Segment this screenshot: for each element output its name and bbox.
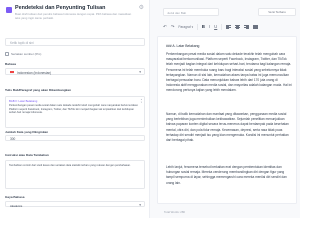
gear-icon[interactable]: ⚙ — [139, 5, 144, 11]
generator-panel: Pendeteksi dan Penyunting Tulisan Buat d… — [0, 0, 150, 218]
word-count-status: Total Words: 286 — [164, 210, 185, 214]
notes-textarea[interactable]: Tambahkan contoh dari studi kasus dan se… — [5, 160, 145, 189]
panel-title: Pendeteksi dan Penyunting Tulisan — [15, 5, 106, 11]
prompt-textarea[interactable]: BAB II: Latar Belakang Perkembangan pesa… — [5, 96, 145, 128]
section-heading: ### A. Latar Belakang — [166, 44, 200, 48]
undo-icon[interactable]: ↶ — [163, 23, 167, 31]
resize-handle-icon[interactable]: ▴ ▾ — [141, 98, 142, 104]
paragraph: Lebih lanjut, fenomena tersebut berkaita… — [166, 165, 287, 185]
language-value: Indonesian (Indonesian) — [17, 71, 52, 75]
paragraph-style-select[interactable]: Paragraf — [178, 25, 190, 29]
editor-panel: Judul dan Bab Versi Terbaru ↶ ↷ Paragraf… — [150, 0, 300, 218]
toolbar-divider — [197, 24, 198, 30]
language-label: Bahasa — [5, 62, 17, 66]
align-justify-icon[interactable] — [252, 25, 258, 29]
toolbar-divider — [221, 24, 222, 30]
document-title-placeholder: Judul dan Bab — [167, 11, 187, 15]
tone-select[interactable]: Akademis ▾ — [5, 201, 145, 208]
version-button[interactable]: Versi Terbaru — [258, 8, 296, 16]
panel-description: Buat draft tulisan dari penulis bahasa I… — [15, 12, 132, 20]
chevron-down-icon: ▾ — [191, 25, 194, 29]
language-select[interactable]: Indonesian (Indonesian) ▾ — [5, 68, 145, 75]
topic-placeholder: Ketik topik di sini — [10, 41, 34, 46]
word-count-value: 300 — [10, 137, 16, 142]
italic-button[interactable]: I — [209, 23, 210, 31]
flag-icon — [10, 71, 14, 74]
topic-input[interactable]: Ketik topik di sini — [5, 38, 145, 46]
word-count-label: Jumlah Kata yang Diinginkan — [5, 130, 49, 134]
bold-button[interactable]: B — [202, 23, 205, 31]
checkbox-box[interactable] — [5, 52, 9, 56]
prompt-tag: BAB II: Latar Belakang — [9, 99, 38, 103]
editor-toolbar: ↶ ↷ Paragraf ▾ B I U — [163, 22, 297, 32]
chevron-down-icon: ▾ — [139, 202, 141, 207]
source-checkbox-label: Sertakan sumber (Pro) — [11, 52, 42, 56]
align-right-icon[interactable] — [243, 25, 249, 29]
prompt-body: Perkembangan pesat media sosial dalam sa… — [9, 104, 139, 115]
chevron-down-icon: ▾ — [139, 70, 141, 74]
document-editor[interactable]: ### A. Latar Belakang Perkembangan pesat… — [157, 36, 297, 204]
underline-button[interactable]: U — [214, 23, 217, 31]
align-center-icon[interactable] — [234, 25, 240, 29]
word-count-input[interactable]: 300 — [5, 135, 145, 141]
pencil-icon — [6, 7, 12, 13]
notes-label: Instruksi atau Data Tambahan — [5, 153, 49, 157]
tone-value: Akademis — [10, 203, 23, 208]
source-checkbox[interactable]: Sertakan sumber (Pro) — [5, 52, 41, 56]
paragraph: Perkembangan pesat media sosial dalam sa… — [166, 52, 292, 93]
notes-body: Tambahkan contoh dari studi kasus dan se… — [9, 164, 131, 167]
align-left-icon[interactable] — [225, 25, 231, 29]
paragraph: Namun, di balik kemudahan dan manfaat ya… — [166, 112, 289, 143]
tone-label: Gaya Bahasa — [5, 195, 25, 199]
panel-header: Pendeteksi dan Penyunting Tulisan Buat d… — [3, 3, 146, 29]
document-title-input[interactable]: Judul dan Bab — [163, 8, 219, 16]
prompt-label: Tulis Bab/Paragraf yang akan Dikembangka… — [5, 88, 71, 92]
redo-icon[interactable]: ↷ — [171, 23, 175, 31]
